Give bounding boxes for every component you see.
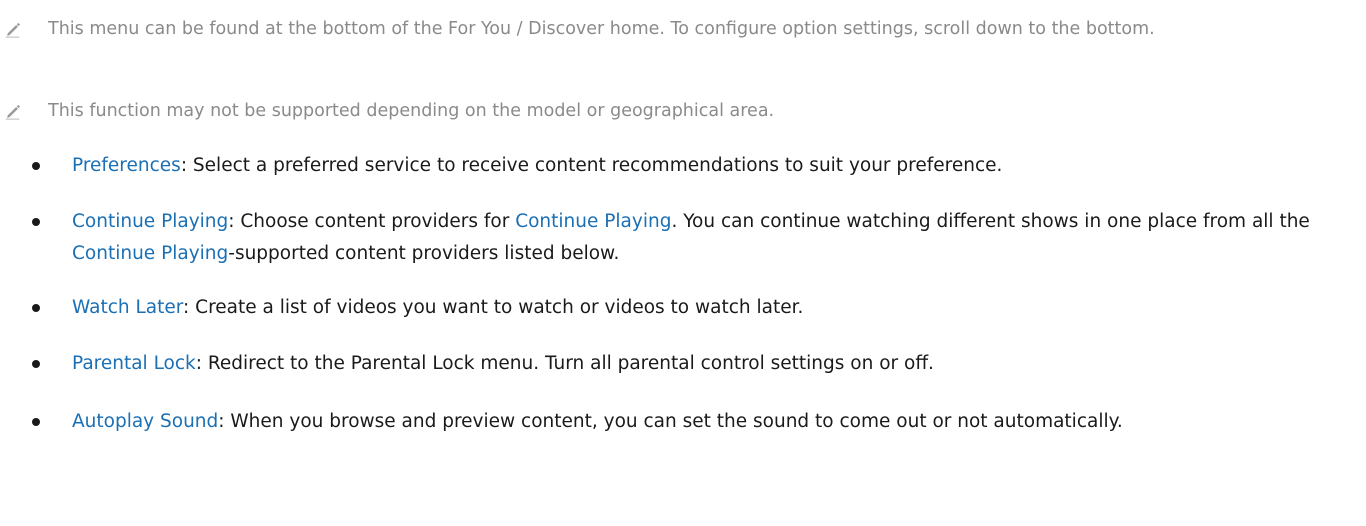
pencil-icon bbox=[5, 104, 21, 120]
list-item-description: -supported content providers listed belo… bbox=[228, 243, 620, 264]
parental-lock-link[interactable]: Parental Lock bbox=[72, 353, 196, 374]
list-item-description: : Create a list of videos you want to wa… bbox=[183, 297, 804, 318]
preferences-link[interactable]: Preferences bbox=[72, 155, 181, 176]
bullet-dot bbox=[32, 418, 40, 426]
list-item-continue-playing: Continue Playing: Choose content provide… bbox=[0, 206, 1340, 270]
note-2: This function may not be supported depen… bbox=[0, 96, 1330, 126]
list-item-text: Preferences: Select a preferred service … bbox=[0, 150, 1340, 182]
list-item-description: : Select a preferred service to receive … bbox=[180, 155, 1003, 176]
list-item-description: : When you browse and preview content, y… bbox=[218, 411, 1123, 432]
list-item-parental-lock: Parental Lock: Redirect to the Parental … bbox=[0, 348, 1340, 380]
bullet-dot bbox=[32, 304, 40, 312]
note-text: This menu can be found at the bottom of … bbox=[48, 19, 1155, 39]
continue-playing-link[interactable]: Continue Playing bbox=[72, 211, 228, 232]
watch-later-link[interactable]: Watch Later bbox=[72, 297, 183, 318]
continue-playing-link[interactable]: Continue Playing bbox=[515, 211, 671, 232]
bullet-dot bbox=[32, 218, 40, 226]
continue-playing-link[interactable]: Continue Playing bbox=[72, 243, 228, 264]
list-item-watch-later: Watch Later: Create a list of videos you… bbox=[0, 292, 1340, 324]
pencil-icon bbox=[5, 22, 21, 38]
list-item-text: Watch Later: Create a list of videos you… bbox=[0, 292, 1340, 324]
list-item-description: . You can continue watching different sh… bbox=[671, 211, 1310, 232]
note-text: This function may not be supported depen… bbox=[48, 101, 775, 121]
list-item-preferences: Preferences: Select a preferred service … bbox=[0, 150, 1340, 182]
list-item-text: Continue Playing: Choose content provide… bbox=[0, 206, 1340, 270]
list-item-text: Autoplay Sound: When you browse and prev… bbox=[0, 406, 1340, 438]
bullet-dot bbox=[32, 360, 40, 368]
note-1: This menu can be found at the bottom of … bbox=[0, 14, 1330, 44]
bullet-dot bbox=[32, 162, 40, 170]
list-item-description: : Redirect to the Parental Lock menu. Tu… bbox=[195, 353, 934, 374]
list-item-text: Parental Lock: Redirect to the Parental … bbox=[0, 348, 1340, 380]
list-item-autoplay-sound: Autoplay Sound: When you browse and prev… bbox=[0, 406, 1340, 438]
autoplay-sound-link[interactable]: Autoplay Sound bbox=[72, 411, 218, 432]
list-item-description: : Choose content providers for bbox=[228, 211, 516, 232]
